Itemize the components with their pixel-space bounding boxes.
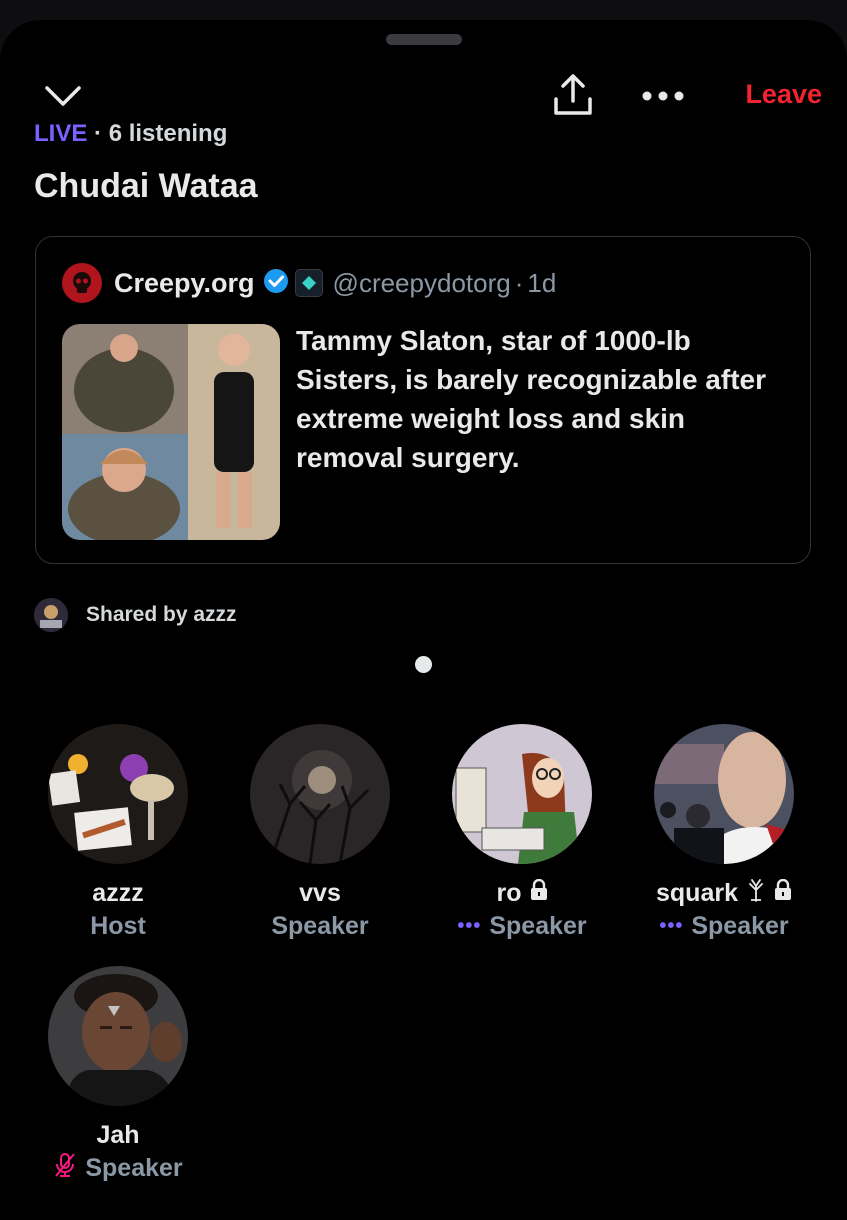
participant-role: Speaker — [18, 1152, 218, 1184]
drag-handle[interactable] — [386, 34, 462, 45]
participant-role-text: Speaker — [271, 911, 369, 940]
top-bar: Leave — [0, 70, 847, 120]
participant-role: ••• Speaker — [624, 910, 824, 942]
space-status: LIVE · 6 listening — [34, 120, 227, 148]
tweet-text: Tammy Slaton, star of 1000-lb Sisters, i… — [296, 325, 766, 473]
participant-name: azzz — [18, 878, 218, 908]
participant-name: Jah — [18, 1120, 218, 1150]
participant-name-text: squark — [656, 878, 738, 907]
shared-by: Shared by azzz — [34, 598, 237, 632]
speaking-indicator-icon: ••• — [457, 914, 482, 937]
participant-jah[interactable]: Jah Speaker — [18, 966, 218, 1184]
avatar — [48, 724, 188, 864]
tweet-handle[interactable]: @creepydotorg — [333, 268, 511, 299]
share-icon[interactable] — [548, 70, 598, 120]
affiliate-badge-icon — [294, 269, 323, 297]
author-avatar[interactable] — [62, 263, 102, 303]
participant-squark[interactable]: squark ••• Speaker — [624, 724, 824, 942]
plant-icon — [746, 878, 766, 909]
chevron-down-icon[interactable] — [40, 76, 86, 116]
page-indicator-dot — [415, 656, 432, 673]
participant-role: Host — [18, 910, 218, 942]
participant-name-text: ro — [496, 878, 522, 907]
lock-icon — [530, 878, 548, 908]
lock-icon — [774, 878, 792, 908]
listener-count: 6 listening — [108, 120, 228, 147]
participant-ro[interactable]: ro ••• Speaker — [422, 724, 622, 942]
mic-muted-icon — [53, 1152, 77, 1185]
tweet-author[interactable]: Creepy.org — [114, 268, 255, 299]
participant-name: squark — [624, 878, 824, 908]
participant-azzz[interactable]: azzz Host — [18, 724, 218, 942]
sharer-avatar — [34, 598, 68, 632]
participant-role-text: Speaker — [691, 911, 789, 940]
separator: · — [94, 120, 109, 147]
avatar — [654, 724, 794, 864]
participant-name-text: azzz — [92, 878, 144, 907]
tweet-image[interactable] — [62, 324, 280, 540]
speaking-indicator-icon: ••• — [659, 914, 684, 937]
more-icon[interactable] — [638, 76, 688, 116]
shared-by-label: Shared by azzz — [86, 603, 237, 626]
tweet-header: Creepy.org @creepydotorg · 1d — [62, 263, 556, 303]
participant-name: ro — [422, 878, 622, 908]
space-title: Chudai Wataa — [34, 167, 258, 205]
avatar — [452, 724, 592, 864]
participant-role-text: Speaker — [85, 1153, 183, 1182]
shared-tweet-card[interactable]: Creepy.org @creepydotorg · 1d Tammy Slat… — [35, 236, 811, 564]
leave-button[interactable]: Leave — [712, 74, 822, 114]
participant-role-text: Speaker — [489, 911, 587, 940]
avatar — [250, 724, 390, 864]
avatar — [48, 966, 188, 1106]
verified-badge-icon — [263, 268, 289, 299]
participant-role-text: Host — [90, 911, 146, 940]
participant-name: vvs — [220, 878, 420, 908]
live-badge: LIVE — [34, 120, 88, 147]
participant-role: ••• Speaker — [422, 910, 622, 942]
tweet-age: 1d — [527, 267, 557, 298]
participant-name-text: vvs — [299, 878, 341, 907]
separator: · — [514, 267, 524, 298]
participant-vvs[interactable]: vvs Speaker — [220, 724, 420, 942]
participant-name-text: Jah — [96, 1120, 140, 1149]
participant-role: Speaker — [220, 910, 420, 942]
